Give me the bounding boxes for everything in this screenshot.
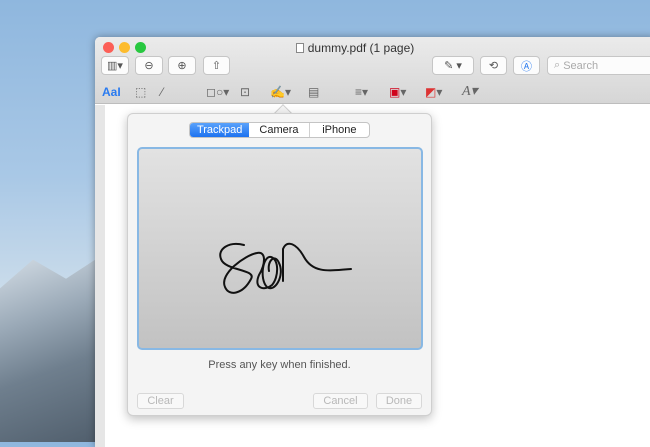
signature-hint: Press any key when finished. (208, 359, 351, 371)
window-title: dummy.pdf (1 page) (95, 41, 615, 55)
tab-iphone[interactable]: iPhone (308, 123, 369, 137)
note-icon[interactable]: ▤ (308, 85, 319, 99)
signature-icon[interactable]: ✍▾ (270, 85, 291, 99)
signature-popover: Trackpad Camera iPhone Press any key whe… (127, 113, 432, 416)
sidebar-toggle-button[interactable]: ▥▾ (101, 56, 129, 75)
highlight-pen-button[interactable]: ✎ ▾ (432, 56, 474, 75)
border-color-icon[interactable]: ▣▾ (389, 85, 406, 99)
text-selection-tool[interactable]: AaI (102, 85, 121, 99)
sketch-icon[interactable]: ⁄ (161, 85, 163, 99)
tab-camera[interactable]: Camera (249, 123, 308, 137)
line-style-icon[interactable]: ≡▾ (355, 85, 368, 99)
signature-drawing-area[interactable] (137, 147, 423, 350)
desktop-wallpaper-mountain (0, 250, 110, 442)
markup-button[interactable]: Ⓐ (513, 56, 540, 75)
rect-selection-icon[interactable]: ⬚ (135, 85, 146, 99)
cancel-button[interactable]: Cancel (313, 393, 368, 409)
rotate-button[interactable]: ⟲ (480, 56, 507, 75)
title-bar: dummy.pdf (1 page) ▥▾ ⊖ ⊕ ⇧ ✎ ▾ ⟲ Ⓐ ⌕ Se… (95, 37, 650, 104)
signature-source-tabs: Trackpad Camera iPhone (189, 122, 370, 138)
done-button[interactable]: Done (376, 393, 422, 409)
zoom-in-button[interactable]: ⊕ (168, 56, 196, 75)
pdf-file-icon (295, 43, 304, 53)
text-style-icon[interactable]: A▾ (462, 83, 478, 100)
clear-button[interactable]: Clear (137, 393, 184, 409)
search-input[interactable]: ⌕ Search (547, 56, 650, 75)
markup-toolbar: AaI ⬚ ⁄ ◻○▾ ⊡ ✍▾ ▤ ≡▾ ▣▾ ◩▾ A▾ (95, 82, 650, 104)
shapes-icon[interactable]: ◻○▾ (206, 85, 229, 99)
signature-stroke (219, 242, 352, 294)
tab-trackpad[interactable]: Trackpad (190, 123, 250, 137)
share-button[interactable]: ⇧ (203, 56, 230, 75)
text-box-icon[interactable]: ⊡ (240, 85, 250, 99)
zoom-out-button[interactable]: ⊖ (135, 56, 163, 75)
sidebar-gutter (95, 105, 105, 447)
fill-color-icon[interactable]: ◩▾ (425, 85, 442, 99)
